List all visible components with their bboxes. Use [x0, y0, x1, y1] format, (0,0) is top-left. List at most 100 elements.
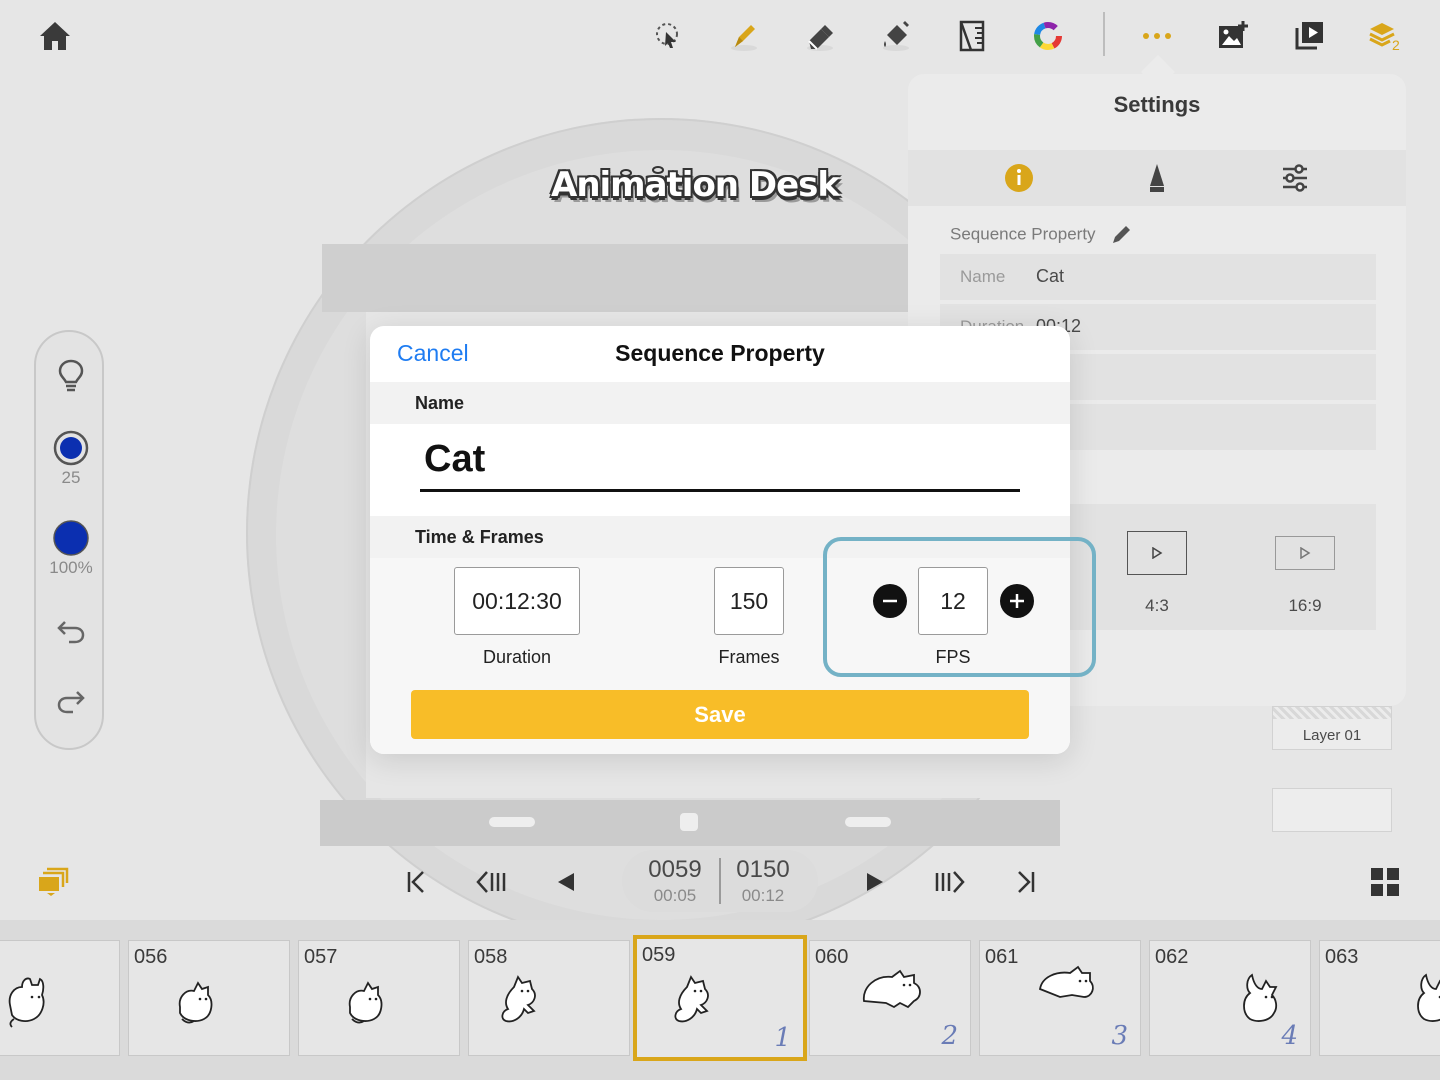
- cat-drawing-icon: [178, 981, 213, 1024]
- sequence-name-input[interactable]: [420, 430, 1020, 492]
- frame-number: 059: [642, 944, 676, 966]
- dialog-title: Sequence Property: [615, 340, 825, 366]
- skip-to-start-icon[interactable]: [398, 864, 434, 900]
- cat-drawing-icon: [674, 975, 709, 1023]
- cat-drawing-icon: [1243, 973, 1278, 1022]
- ratio-4-3-label: 4:3: [1145, 596, 1169, 615]
- brush-size-control[interactable]: 25: [36, 430, 106, 488]
- cat-drawing-icon: [348, 981, 383, 1024]
- fps-highlight-outline: [823, 537, 1096, 677]
- settings-name-value: Cat: [1036, 266, 1065, 286]
- skip-to-end-icon[interactable]: [1008, 864, 1044, 900]
- info-tab-icon[interactable]: [1001, 160, 1037, 196]
- frame-thumbnail[interactable]: 057: [298, 940, 460, 1056]
- more-icon[interactable]: [1135, 14, 1179, 58]
- play-icon[interactable]: [857, 864, 893, 900]
- frame-mark: 4: [1281, 1021, 1298, 1051]
- layer-thumbnail-2[interactable]: [1272, 788, 1392, 832]
- current-frame-number: 0059: [648, 856, 702, 883]
- cat-drawing-icon: [1417, 973, 1440, 1022]
- canvas-handle-center[interactable]: [680, 813, 698, 831]
- left-tool-panel: 25 100%: [34, 330, 104, 750]
- settings-title: Settings: [1113, 92, 1201, 117]
- frames-field[interactable]: [714, 567, 784, 635]
- frame-thumbnail[interactable]: 062 4: [1149, 940, 1311, 1056]
- color-wheel-icon[interactable]: [1026, 14, 1070, 58]
- top-toolbar: 2: [0, 0, 1440, 72]
- step-back-icon[interactable]: [473, 864, 509, 900]
- frame-mark: 2: [941, 1021, 958, 1051]
- add-image-icon[interactable]: [1211, 14, 1255, 58]
- ratio-16-9-option[interactable]: [1275, 536, 1335, 570]
- redo-icon[interactable]: [36, 686, 106, 714]
- cancel-button[interactable]: Cancel: [397, 340, 469, 367]
- duration-field[interactable]: [454, 567, 580, 635]
- frame-thumbnail[interactable]: 056: [128, 940, 290, 1056]
- frame-mark: 3: [1111, 1021, 1128, 1051]
- sequence-property-label: Sequence Property: [950, 224, 1132, 246]
- total-time: 00:12: [741, 886, 785, 905]
- frame-mark: 1: [774, 1023, 791, 1053]
- cat-drawing-icon: [8, 977, 45, 1028]
- canvas-handle-right[interactable]: [845, 817, 891, 827]
- previous-frame-icon[interactable]: [548, 864, 584, 900]
- layers-count: 2: [1392, 37, 1400, 52]
- pen-tab-icon[interactable]: [1139, 160, 1175, 196]
- app-logo: Animation Desk: [551, 165, 840, 205]
- duration-label: Duration: [482, 647, 552, 667]
- sequence-property-label-text: Sequence Property: [950, 224, 1096, 244]
- canvas-handle-left[interactable]: [489, 817, 535, 827]
- pen-brush-icon[interactable]: [722, 14, 766, 58]
- undo-icon[interactable]: [36, 616, 106, 644]
- cat-drawing-icon: [501, 975, 536, 1023]
- frame-number: 062: [1155, 946, 1189, 968]
- name-section-label: Name: [415, 393, 465, 413]
- layer-transparency-pattern: [1273, 707, 1391, 719]
- frame-thumbnail[interactable]: 061 3: [979, 940, 1141, 1056]
- layer-thumbnail[interactable]: Layer 01: [1272, 706, 1392, 750]
- frame-number: 061: [985, 946, 1019, 968]
- paint-bucket-icon[interactable]: [874, 14, 918, 58]
- frame-thumbnail[interactable]: [0, 940, 120, 1056]
- sliders-tab-icon[interactable]: [1277, 160, 1313, 196]
- lightbulb-icon[interactable]: [36, 358, 106, 394]
- frame-number: 056: [134, 946, 168, 968]
- cat-drawing-icon: [863, 969, 921, 1009]
- frame-thumbnail[interactable]: 063: [1319, 940, 1440, 1056]
- toolbar-divider: [1103, 12, 1105, 56]
- cat-drawing-icon: [1038, 965, 1094, 998]
- home-icon[interactable]: [33, 14, 77, 58]
- eraser-icon[interactable]: [798, 14, 842, 58]
- frame-counter: 0059 00:05 0150 00:12: [622, 850, 818, 912]
- frame-thumbnail[interactable]: 060 2: [809, 940, 971, 1056]
- ratio-4-3-option[interactable]: [1127, 531, 1187, 575]
- frame-number: 058: [474, 946, 508, 968]
- brush-size-icon: [53, 430, 89, 466]
- name-section-header: Name: [370, 382, 1070, 424]
- play-small-icon: [1152, 547, 1163, 559]
- save-button[interactable]: Save: [411, 690, 1029, 739]
- edit-pencil-icon[interactable]: [1110, 224, 1132, 246]
- layer-label: Layer 01: [1302, 727, 1362, 744]
- ruler-icon[interactable]: [950, 14, 994, 58]
- lasso-select-icon[interactable]: [646, 14, 690, 58]
- brush-size-value: 25: [61, 468, 81, 487]
- frame-number: 063: [1325, 946, 1359, 968]
- current-time: 00:05: [653, 886, 697, 905]
- settings-name-row[interactable]: Name Cat: [940, 254, 1376, 300]
- grid-view-icon[interactable]: [1367, 864, 1403, 900]
- frames-stack-icon[interactable]: [35, 864, 71, 900]
- layers-icon[interactable]: 2: [1363, 14, 1407, 58]
- step-forward-icon[interactable]: [932, 864, 968, 900]
- opacity-control[interactable]: 100%: [36, 520, 106, 578]
- time-frames-section-label: Time & Frames: [415, 527, 544, 547]
- canvas-top-band: [322, 244, 1010, 312]
- dialog-header: Cancel Sequence Property: [370, 326, 1070, 382]
- total-frames-number: 0150: [736, 856, 790, 883]
- play-small-icon: [1300, 547, 1311, 559]
- ratio-16-9-label: 16:9: [1288, 596, 1322, 615]
- frame-number: 060: [815, 946, 849, 968]
- playback-video-icon[interactable]: [1287, 14, 1331, 58]
- frame-thumbnail[interactable]: 058: [468, 940, 630, 1056]
- frame-thumbnail-current[interactable]: 059 1: [633, 935, 807, 1061]
